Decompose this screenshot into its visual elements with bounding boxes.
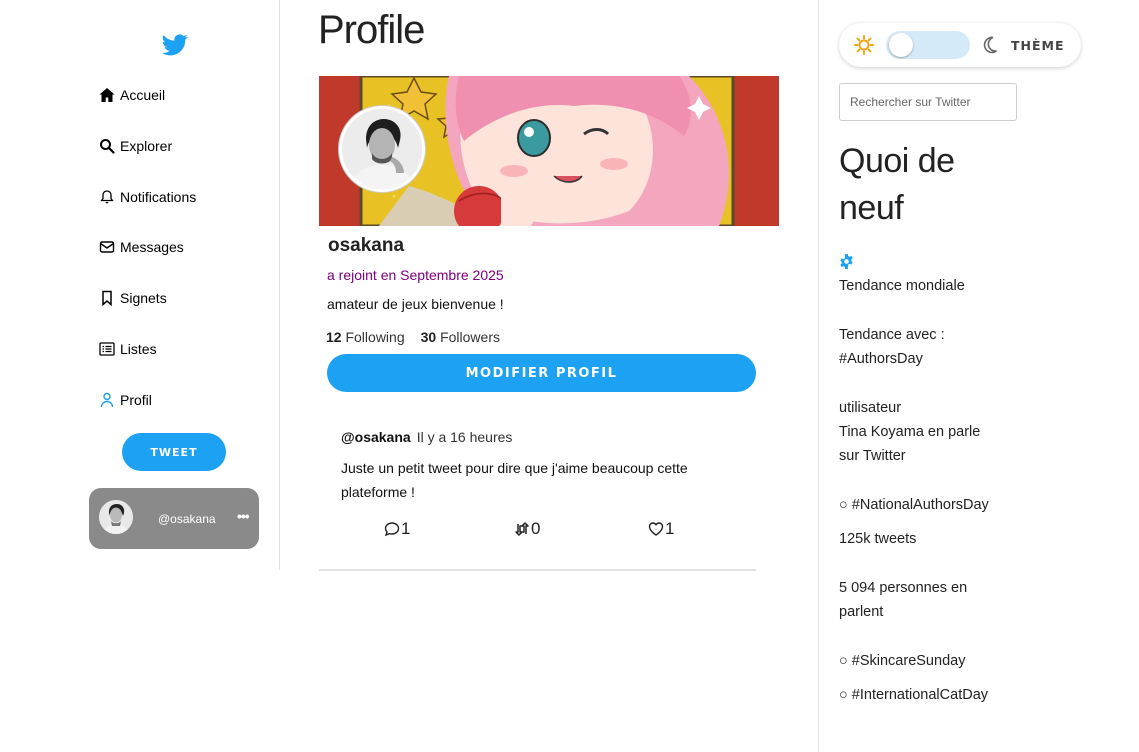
retweet-icon: [515, 522, 529, 536]
edit-profile-button[interactable]: MODIFIER PROFIL: [327, 354, 756, 392]
left-sidebar: Accueil Explorer Notifications Messages …: [0, 0, 280, 570]
search-icon: [98, 137, 116, 155]
tweet-button[interactable]: TWEET: [122, 433, 226, 471]
sidebar-item-messages[interactable]: Messages: [98, 238, 184, 256]
moon-icon: [983, 36, 997, 54]
envelope-icon: [98, 238, 116, 256]
retweet-button[interactable]: 0: [514, 519, 540, 539]
trend-user-text: Tina Koyama en parle sur Twitter: [839, 424, 981, 464]
sidebar-item-notifications[interactable]: Notifications: [98, 188, 196, 206]
sidebar-item-label: Explorer: [120, 138, 173, 154]
heart-icon: [648, 522, 664, 536]
sidebar-item-listes[interactable]: Listes: [98, 340, 157, 358]
followers-link[interactable]: 30 Followers: [421, 329, 500, 345]
joined-date: a rejoint en Septembre 2025: [327, 267, 504, 283]
trend-with-label: Tendance avec :: [839, 327, 945, 343]
profile-bio: amateur de jeux bienvenue !: [327, 296, 504, 312]
reply-count: 1: [401, 519, 411, 538]
tweets-count: 125k tweets: [839, 531, 917, 547]
sidebar-item-label: Listes: [120, 341, 157, 357]
followers-label: Followers: [440, 329, 500, 345]
reply-button[interactable]: 1: [384, 519, 410, 539]
tweet-card: @osakana Il y a 16 heures Juste un petit …: [319, 415, 756, 571]
sidebar-item-label: Messages: [120, 239, 184, 255]
retweet-count: 0: [531, 519, 541, 538]
sun-icon: [854, 35, 874, 55]
like-button[interactable]: 1: [648, 519, 674, 539]
tweet-header: @osakana Il y a 16 heures: [341, 429, 512, 445]
page-title: Profile: [318, 8, 425, 52]
sidebar-item-profil[interactable]: Profil: [98, 391, 152, 409]
tweet-handle[interactable]: @osakana: [341, 429, 411, 445]
sidebar-item-signets[interactable]: Signets: [98, 289, 167, 307]
trend-item[interactable]: ○ #SkincareSunday: [839, 649, 1009, 673]
sidebar-item-label: Signets: [120, 290, 167, 306]
profile-username: osakana: [328, 235, 405, 256]
toggle-knob: [889, 33, 913, 57]
sidebar-item-label: Profil: [120, 392, 152, 408]
trend-with-tag[interactable]: #AuthorsDay: [839, 347, 1009, 371]
trend-item[interactable]: ○ #NationalAuthorsDay: [839, 493, 1009, 517]
sidebar-item-accueil[interactable]: Accueil: [98, 86, 165, 104]
following-label: Following: [345, 329, 405, 345]
news-title: Quoi de neuf: [839, 142, 955, 227]
sidebar-item-label: Notifications: [120, 189, 197, 205]
bookmark-icon: [98, 289, 116, 307]
account-switcher[interactable]: @osakana •••: [89, 488, 259, 549]
trend-user-label: utilisateur: [839, 400, 902, 416]
twitter-bird-icon[interactable]: [162, 34, 188, 56]
user-icon: [98, 391, 116, 409]
more-options-icon[interactable]: •••: [237, 508, 250, 524]
user-handle: @osakana: [158, 512, 216, 526]
comment-icon: [384, 522, 400, 537]
tweet-time: Il y a 16 heures: [416, 429, 513, 445]
following-count: 12: [326, 329, 342, 345]
list-icon: [98, 340, 116, 358]
home-icon: [98, 86, 116, 104]
avatar: [99, 500, 133, 534]
tweet-text: Juste un petit tweet pour dire que j'aim…: [341, 460, 688, 500]
gear-icon[interactable]: [839, 254, 854, 269]
sidebar-item-explorer[interactable]: Explorer: [98, 137, 172, 155]
followers-count: 30: [420, 329, 437, 345]
following-link[interactable]: 12 Following: [326, 329, 405, 345]
profile-avatar[interactable]: [339, 106, 425, 192]
trend-header: Tendance mondiale: [839, 278, 965, 294]
people-count: 5 094 personnes en parlent: [839, 580, 968, 620]
theme-label: THÈME: [1011, 38, 1065, 53]
bell-icon: [98, 188, 116, 206]
like-count: 1: [665, 519, 675, 538]
search-input[interactable]: [839, 83, 1017, 121]
theme-toggle[interactable]: [886, 31, 970, 59]
theme-switcher: THÈME: [839, 23, 1081, 67]
follow-stats: 12 Following 30 Followers: [326, 329, 500, 345]
sidebar-item-label: Accueil: [120, 87, 166, 103]
trend-item[interactable]: ○ #InternationalCatDay: [839, 683, 1009, 707]
